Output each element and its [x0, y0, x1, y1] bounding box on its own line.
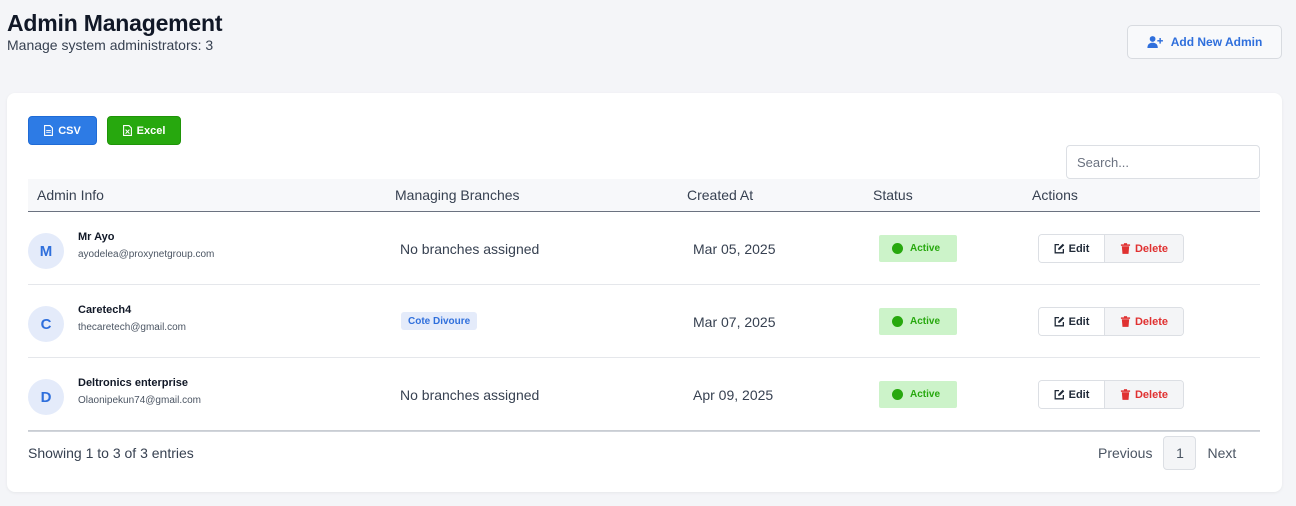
pagination: Previous 1 Next — [1087, 436, 1247, 470]
edit-label: Edit — [1068, 315, 1090, 328]
admin-name: Deltronics enterprise — [78, 377, 189, 389]
table-header: Admin Info Managing Branches Created At … — [28, 179, 1260, 212]
edit-button[interactable]: Edit — [1039, 381, 1105, 408]
trash-icon — [1120, 389, 1131, 400]
status-label: Active — [910, 243, 941, 254]
edit-button[interactable]: Edit — [1039, 235, 1105, 262]
delete-label: Delete — [1134, 388, 1169, 401]
row-actions: Edit Delete — [1038, 380, 1184, 409]
admin-name: Mr Ayo — [78, 231, 115, 243]
status-badge: Active — [879, 308, 957, 335]
delete-button[interactable]: Delete — [1105, 235, 1183, 262]
column-header-status[interactable]: Status — [873, 187, 913, 203]
delete-label: Delete — [1134, 315, 1169, 328]
file-icon — [44, 125, 54, 136]
admin-email: Olaonipekun74@gmail.com — [78, 395, 201, 406]
avatar: D — [28, 379, 64, 415]
edit-icon — [1054, 316, 1064, 327]
add-new-admin-label: Add New Admin — [1170, 35, 1263, 49]
trash-icon — [1120, 316, 1131, 327]
branch-text: No branches assigned — [400, 387, 540, 403]
page-1-button[interactable]: 1 — [1163, 436, 1197, 470]
admin-table: Admin Info Managing Branches Created At … — [28, 179, 1260, 431]
branch-text: No branches assigned — [400, 241, 540, 257]
column-header-admin-info[interactable]: Admin Info — [37, 187, 104, 203]
previous-page-button[interactable]: Previous — [1087, 445, 1163, 461]
status-label: Active — [910, 316, 941, 327]
status-dot-icon — [892, 389, 903, 400]
file-excel-icon — [122, 125, 132, 136]
table-row: D Deltronics enterprise Olaonipekun74@gm… — [28, 358, 1260, 431]
status-label: Active — [910, 389, 941, 400]
status-badge: Active — [879, 381, 957, 408]
add-new-admin-button[interactable]: Add New Admin — [1127, 25, 1282, 59]
table-row: C Caretech4 thecaretech@gmail.com Cote D… — [28, 285, 1260, 358]
delete-button[interactable]: Delete — [1105, 381, 1183, 408]
status-dot-icon — [892, 316, 903, 327]
edit-label: Edit — [1068, 242, 1090, 255]
page-subtitle: Manage system administrators: 3 — [7, 37, 214, 53]
user-plus-icon — [1147, 36, 1163, 48]
excel-export-button[interactable]: Excel — [107, 116, 181, 145]
table-row: M Mr Ayo ayodelea@proxynetgroup.com No b… — [28, 212, 1260, 285]
edit-icon — [1054, 243, 1064, 254]
admin-name: Caretech4 — [78, 304, 132, 316]
status-badge: Active — [879, 235, 957, 262]
pagination-info: Showing 1 to 3 of 3 entries — [28, 445, 194, 461]
delete-label: Delete — [1134, 242, 1169, 255]
edit-label: Edit — [1068, 388, 1090, 401]
column-header-managing-branches[interactable]: Managing Branches — [395, 187, 520, 203]
page-title: Admin Management — [7, 10, 223, 36]
page-header: Admin Management Manage system administr… — [7, 9, 223, 53]
admin-email: ayodelea@proxynetgroup.com — [78, 249, 215, 260]
avatar: C — [28, 306, 64, 342]
row-actions: Edit Delete — [1038, 234, 1184, 263]
created-date: Mar 07, 2025 — [693, 314, 776, 330]
delete-button[interactable]: Delete — [1105, 308, 1183, 335]
csv-export-button[interactable]: CSV — [28, 116, 97, 145]
created-date: Apr 09, 2025 — [693, 387, 774, 403]
next-page-button[interactable]: Next — [1196, 445, 1247, 461]
branch-tag: Cote Divoure — [401, 312, 478, 330]
column-header-actions: Actions — [1032, 187, 1078, 203]
admin-table-card: CSV Excel Admin Info Managing Branches C… — [7, 93, 1282, 492]
avatar: M — [28, 233, 64, 269]
search-input[interactable] — [1066, 145, 1260, 179]
edit-icon — [1054, 389, 1064, 400]
admin-email: thecaretech@gmail.com — [78, 322, 186, 333]
excel-export-label: Excel — [136, 124, 166, 137]
column-header-created-at[interactable]: Created At — [687, 187, 753, 203]
created-date: Mar 05, 2025 — [693, 241, 776, 257]
status-dot-icon — [892, 243, 903, 254]
row-actions: Edit Delete — [1038, 307, 1184, 336]
edit-button[interactable]: Edit — [1039, 308, 1105, 335]
csv-export-label: CSV — [58, 124, 81, 137]
trash-icon — [1120, 243, 1131, 254]
